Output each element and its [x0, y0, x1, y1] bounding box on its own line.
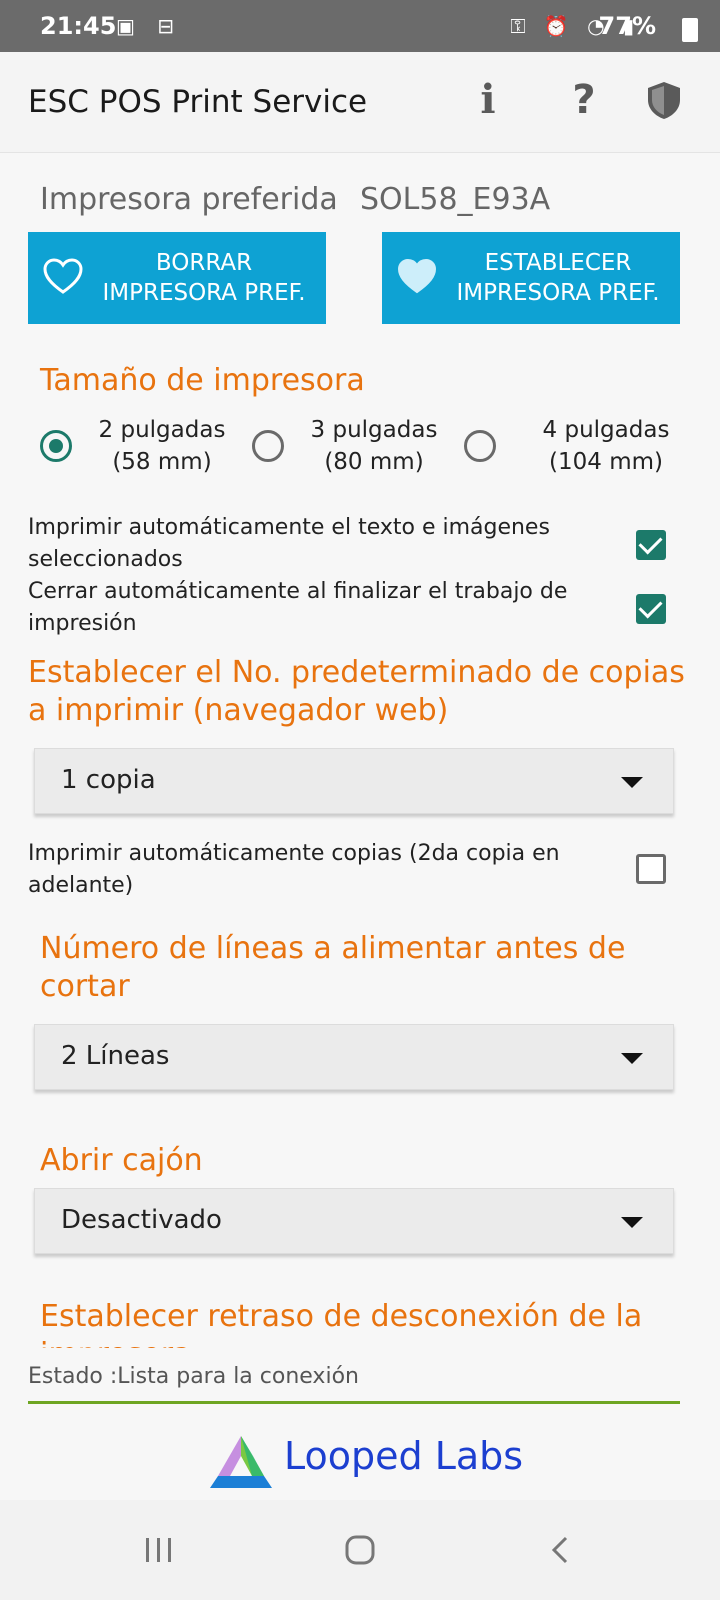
radio-2-inch[interactable]: [40, 430, 72, 462]
radio-4-inch[interactable]: [464, 430, 496, 462]
info-icon[interactable]: i: [466, 78, 510, 122]
clear-button-line2: IMPRESORA PREF.: [102, 280, 306, 306]
radio-2-inch-size: 2 pulgadas: [98, 417, 226, 443]
open-drawer-selected-value: Desactivado: [61, 1205, 222, 1235]
set-preferred-printer-button[interactable]: ESTABLECER IMPRESORA PREF.: [382, 232, 680, 324]
radio-3-inch-size: 3 pulgadas: [310, 417, 438, 443]
auto-copies-label: Imprimir automáticamente copias (2da cop…: [28, 841, 560, 898]
open-drawer-dropdown[interactable]: Desactivado: [34, 1188, 674, 1254]
system-nav-bar: [0, 1500, 720, 1600]
battery-level: 77%: [598, 12, 656, 40]
status-bar: 21:45 ▣ ⊟ ⚿ ⏰ ◔ ▮ 77%: [0, 0, 720, 52]
dropdown-arrow-icon: [621, 1053, 643, 1064]
auto-print-label: Imprimir automáticamente el texto e imág…: [28, 515, 550, 572]
copies-dropdown[interactable]: 1 copia: [34, 748, 674, 814]
looped-labs-logo: [210, 1436, 272, 1488]
copies-selected-value: 1 copia: [61, 765, 156, 795]
auto-close-label: Cerrar automáticamente al finalizar el t…: [28, 579, 568, 636]
shield-icon-graphic: [648, 82, 680, 119]
dropdown-arrow-icon: [621, 1217, 643, 1228]
status-footer: Estado :Lista para la conexión Looped La…: [0, 1348, 720, 1488]
auto-copies-checkbox[interactable]: [636, 854, 666, 884]
radio-3-inch-label: 3 pulgadas (80 mm): [298, 414, 450, 478]
clock: 21:45: [40, 12, 117, 40]
radio-4-inch-mm: (104 mm): [549, 449, 663, 475]
preferred-printer-label: Impresora preferida: [40, 182, 338, 217]
help-icon[interactable]: ?: [562, 78, 606, 122]
open-drawer-heading: Abrir cajón: [40, 1143, 203, 1178]
notification-icons: ▣ ⊟: [116, 14, 183, 38]
feed-lines-heading: Número de líneas a alimentar antes de co…: [40, 931, 626, 1004]
auto-close-checkbox[interactable]: [636, 594, 666, 624]
dropdown-arrow-icon: [621, 777, 643, 788]
clear-button-line1: BORRAR: [155, 250, 253, 276]
app-title: ESC POS Print Service: [28, 84, 368, 120]
heart-filled-icon: [397, 258, 437, 294]
printer-size-heading: Tamaño de impresora: [40, 363, 365, 398]
radio-3-inch[interactable]: [252, 430, 284, 462]
status-divider: [28, 1401, 680, 1404]
back-icon[interactable]: [532, 1522, 592, 1578]
radio-4-inch-label: 4 pulgadas (104 mm): [520, 414, 692, 478]
recent-apps-icon[interactable]: [128, 1522, 188, 1578]
radio-4-inch-size: 4 pulgadas: [542, 417, 670, 443]
radio-2-inch-label: 2 pulgadas (58 mm): [86, 414, 238, 478]
feed-lines-selected-value: 2 Líneas: [61, 1041, 170, 1071]
radio-3-inch-mm: (80 mm): [324, 449, 424, 475]
battery-icon: [682, 18, 698, 42]
radio-2-inch-mm: (58 mm): [112, 449, 212, 475]
default-copies-heading: Establecer el No. predeterminado de copi…: [28, 655, 685, 728]
set-button-line2: IMPRESORA PREF.: [456, 280, 660, 306]
connection-status: Estado :Lista para la conexión: [28, 1364, 359, 1389]
shield-icon[interactable]: [642, 78, 686, 122]
brand-name: Looped Labs: [284, 1434, 524, 1478]
home-icon[interactable]: [330, 1522, 390, 1578]
heart-outline-icon: [43, 258, 83, 294]
set-button-line1: ESTABLECER: [484, 250, 632, 276]
feed-lines-dropdown[interactable]: 2 Líneas: [34, 1024, 674, 1090]
auto-print-checkbox[interactable]: [636, 530, 666, 560]
clear-preferred-printer-button[interactable]: BORRAR IMPRESORA PREF.: [28, 232, 326, 324]
app-bar: ESC POS Print Service i ?: [0, 52, 720, 153]
preferred-printer-value: SOL58_E93A: [360, 182, 551, 217]
